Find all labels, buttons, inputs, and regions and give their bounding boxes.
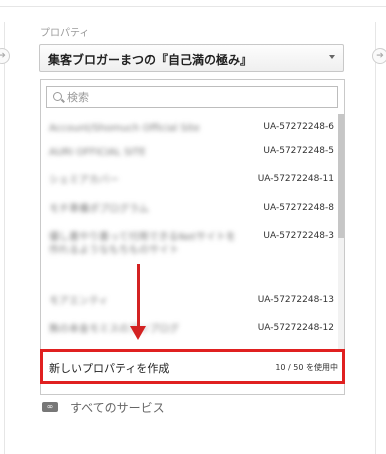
property-select[interactable]: 集客ブロガーまつの『自己満の極み』 [39,44,344,72]
property-name: AURI OFFICIAL SITE [49,147,146,158]
property-usage-count: 10 / 50 を使用中 [275,363,338,372]
red-arrow-annotation [137,264,140,330]
right-divider [375,22,376,454]
create-property-button[interactable]: 新しいプロパティを作成 10 / 50 を使用中 [40,349,345,384]
property-name: 優し書やり書って付用できるNetサイトを作れるようなもちものサイト [49,232,236,256]
arrow-head-icon [130,326,146,340]
top-divider [0,6,386,7]
left-divider [4,22,5,454]
list-item[interactable]: モチ準備ポプログラム UA-57272248-8 [41,203,338,223]
tracking-id: UA-57272248-6 [263,122,334,132]
list-item[interactable]: モアエンティ UA-57272248-13 [41,295,338,315]
tracking-id: UA-57272248-11 [257,174,334,184]
list-item[interactable]: 優し書やり書って付用できるNetサイトを作れるようなもちものサイト UA-572… [41,231,338,283]
tracking-id: UA-57272248-5 [263,146,334,156]
property-section-label: プロパティ [40,28,90,39]
left-arrow-icon[interactable]: ➔ [0,48,10,64]
property-name: シェミアカバー [49,175,119,186]
tracking-id: UA-57272248-3 [263,231,334,241]
list-item[interactable]: 無の本金モミスのアップログ UA-57272248-12 [41,323,338,343]
caret-down-icon [329,55,335,59]
link-icon: ∞ [42,402,58,412]
tracking-id: UA-57272248-8 [263,203,334,213]
all-services-label: すべてのサービス [70,401,165,415]
tracking-id: UA-57272248-12 [257,323,334,333]
property-name: モチ準備ポプログラム [49,204,149,215]
scrollbar-thumb[interactable] [338,114,344,238]
create-property-label: 新しいプロパティを作成 [49,362,170,375]
list-item[interactable]: シェミアカバー UA-57272248-11 [41,174,338,194]
list-item[interactable]: Account/Shomuch Official Site UA-5727224… [41,122,338,142]
search-input[interactable] [67,87,327,107]
property-name: Account/Shomuch Official Site [49,123,200,134]
property-name: モアエンティ [49,296,109,307]
list-item[interactable]: AURI OFFICIAL SITE UA-57272248-5 [41,146,338,166]
right-arrow-icon[interactable]: ➔ [372,48,386,64]
tracking-id: UA-57272248-13 [257,295,334,305]
property-dropdown: Account/Shomuch Official Site UA-5727224… [40,79,345,395]
search-field[interactable] [46,86,338,108]
selected-property: 集客ブロガーまつの『自己満の極み』 [48,53,253,67]
list-scrollbar[interactable] [338,114,344,358]
search-icon [53,92,62,101]
